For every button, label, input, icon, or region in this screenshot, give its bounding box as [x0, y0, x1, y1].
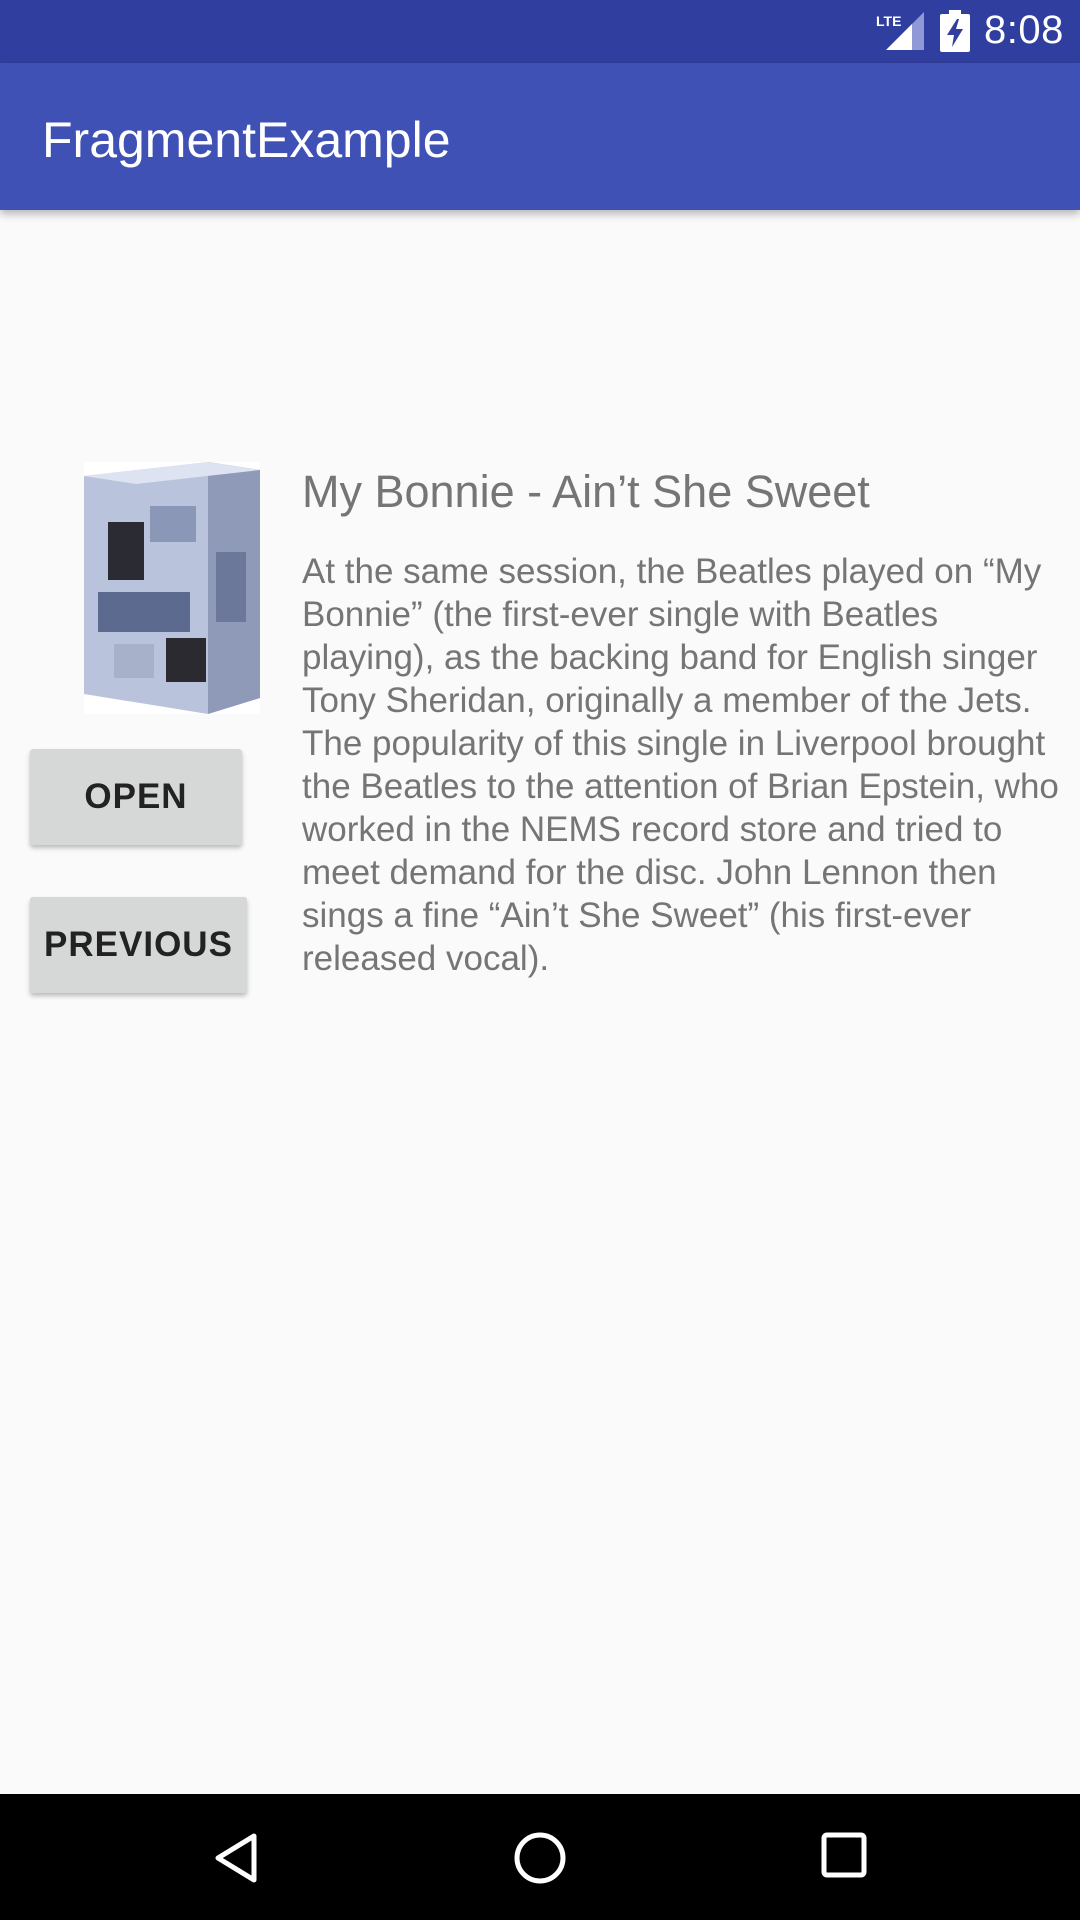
back-icon[interactable]: [212, 1832, 260, 1884]
status-time: 8:08: [984, 8, 1064, 52]
album-cover-image: [84, 462, 260, 714]
status-bar: LTE 8:08: [0, 0, 1080, 63]
battery-charging-icon: [940, 10, 970, 52]
home-icon[interactable]: [512, 1830, 568, 1886]
navigation-bar: [0, 1794, 1080, 1920]
song-description: At the same session, the Beatles played …: [302, 552, 1059, 978]
app-bar: FragmentExample: [0, 63, 1080, 210]
recents-icon[interactable]: [821, 1832, 867, 1878]
open-button[interactable]: OPEN: [30, 749, 242, 845]
app-title: FragmentExample: [42, 112, 451, 168]
previous-button[interactable]: PREVIOUS: [30, 897, 247, 993]
song-title: My Bonnie - Ain’t She Sweet: [302, 466, 870, 517]
network-label: LTE: [876, 13, 901, 29]
lte-signal-icon: LTE: [876, 12, 924, 50]
